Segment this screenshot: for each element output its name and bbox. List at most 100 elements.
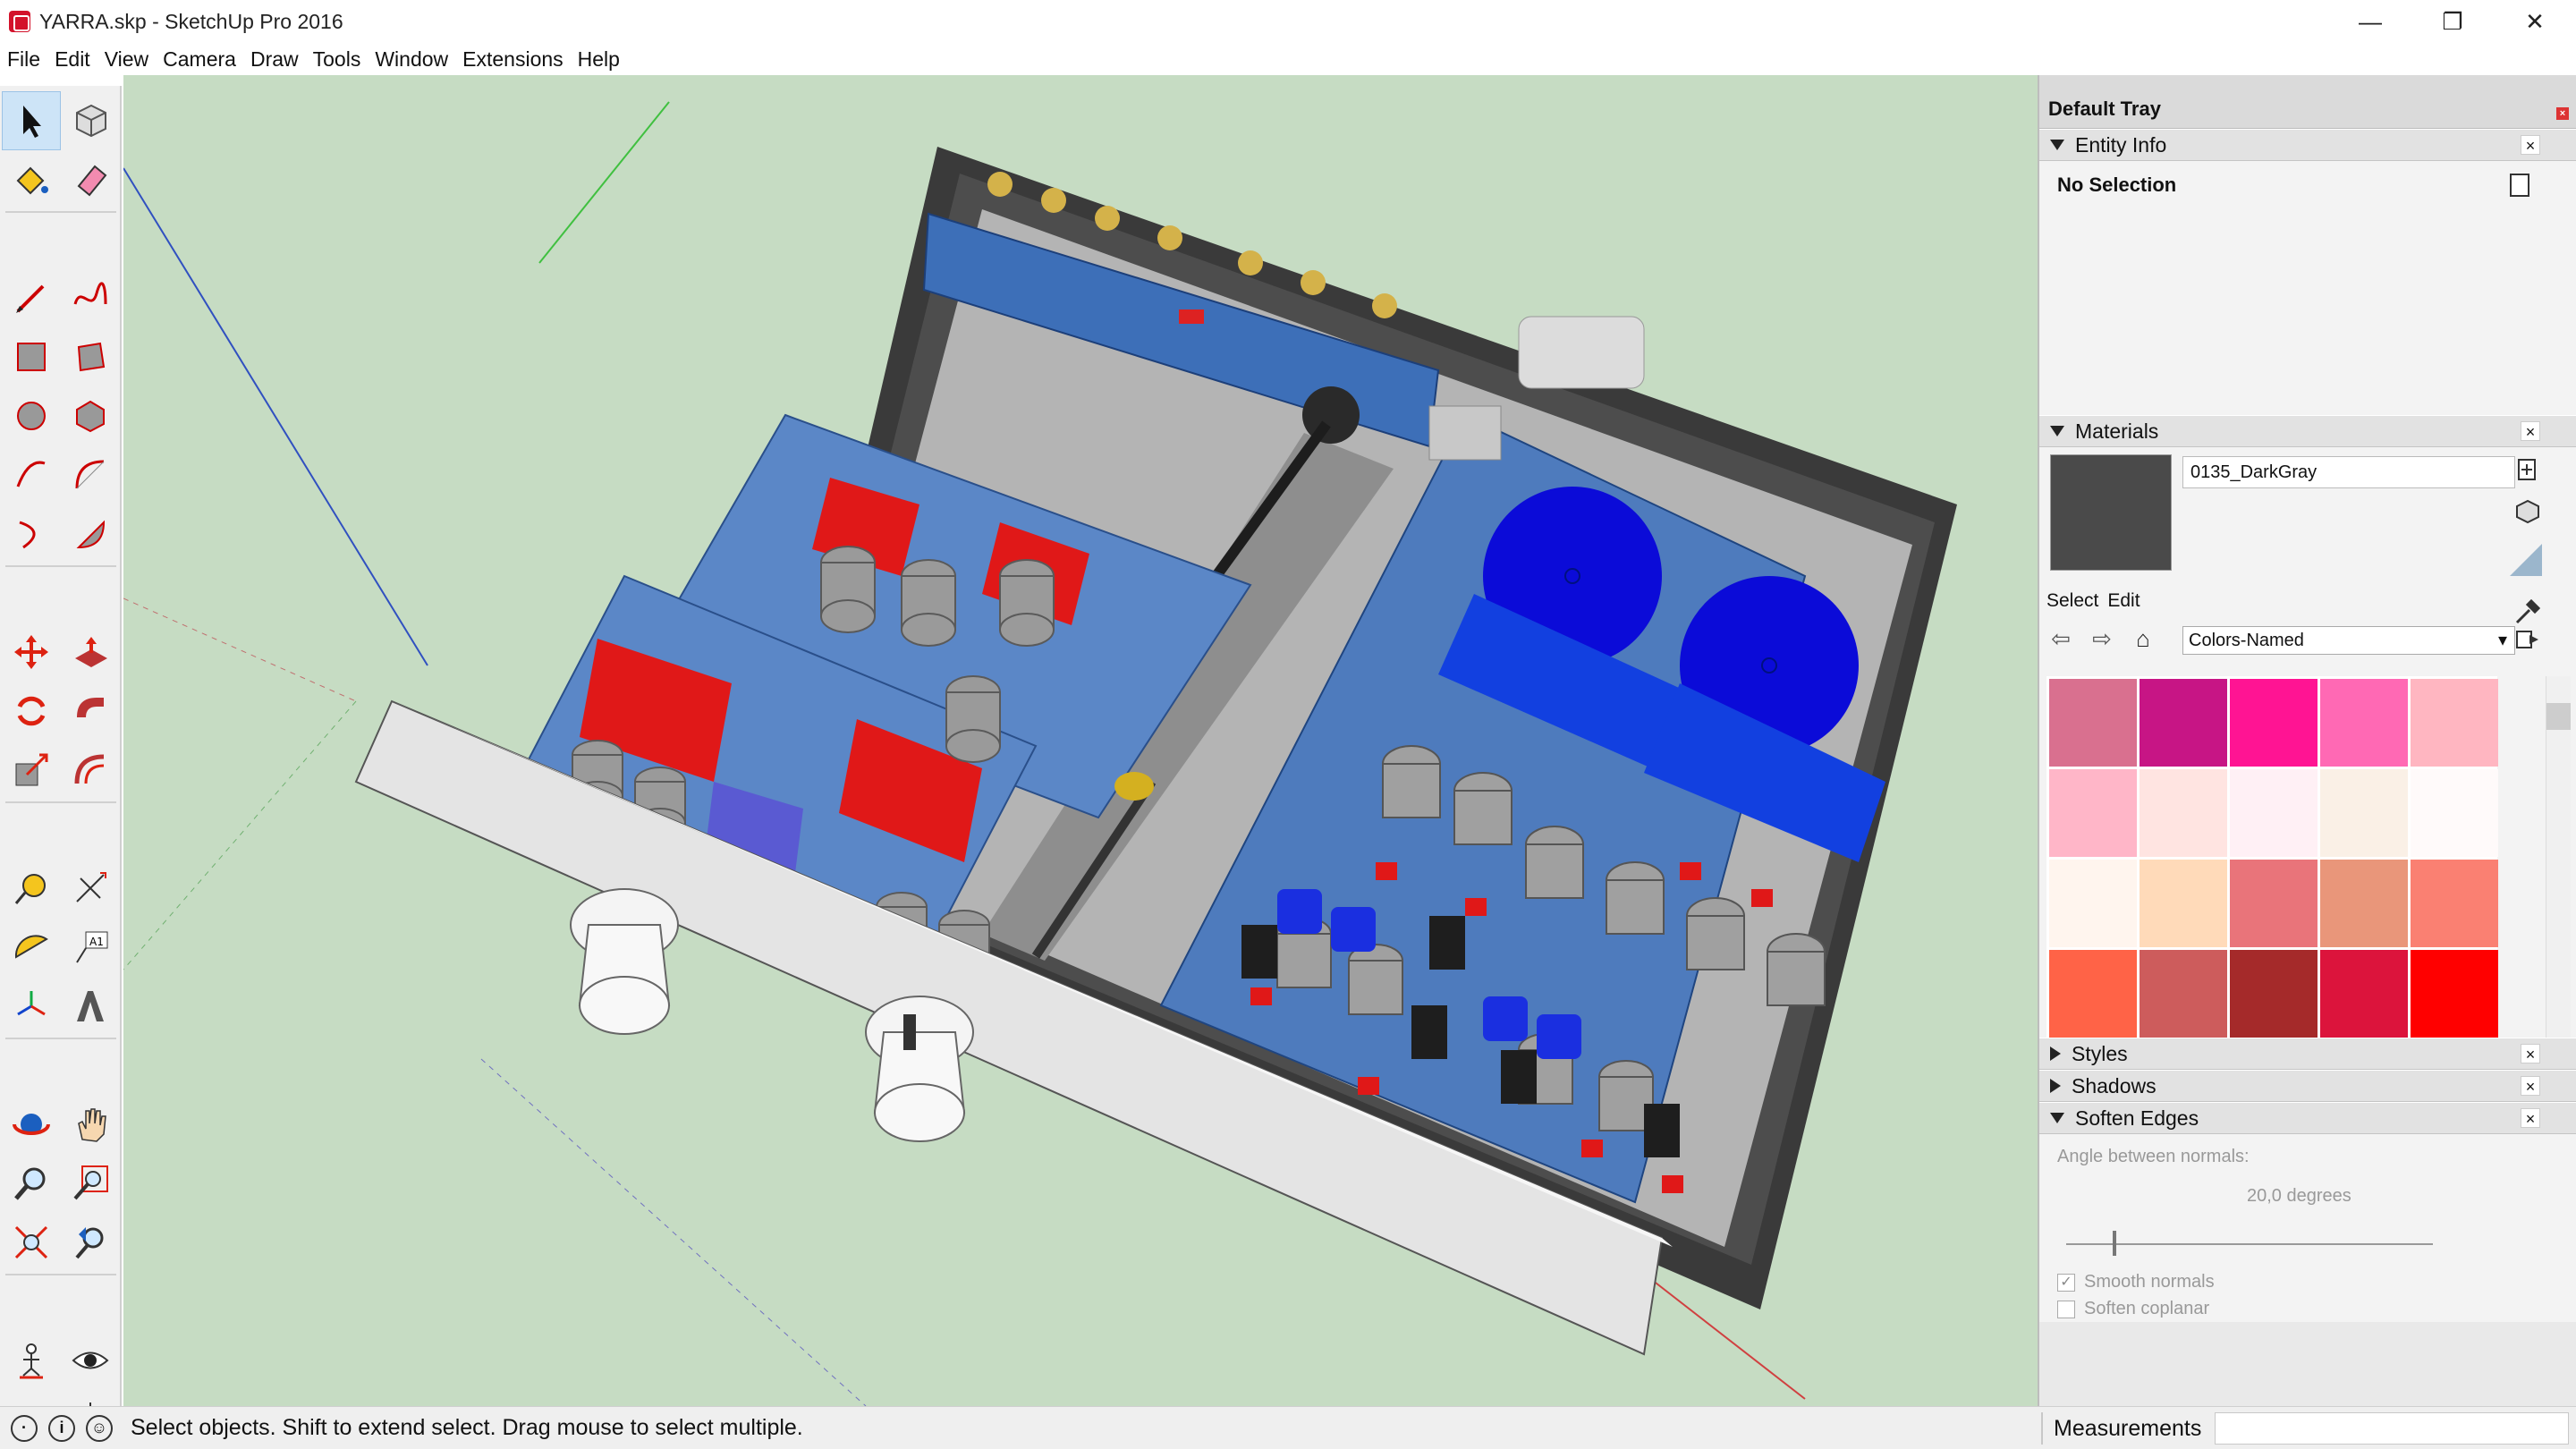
look-around-icon[interactable] [61, 1331, 120, 1390]
sample-paint-triangle-icon[interactable] [2506, 540, 2546, 580]
menu-view[interactable]: View [97, 47, 156, 72]
smooth-normals-option[interactable]: ✓ Smooth normals [2057, 1272, 2215, 1292]
previous-view-icon[interactable] [61, 1213, 120, 1272]
material-swatch[interactable] [2320, 769, 2408, 857]
material-swatch[interactable] [2049, 679, 2137, 767]
material-swatch[interactable] [2230, 679, 2318, 767]
panel-header-soften-edges[interactable]: Soften Edges × [2039, 1102, 2576, 1134]
scrollbar-thumb[interactable] [2546, 703, 2571, 730]
back-arrow-icon[interactable]: ⇦ [2046, 624, 2075, 653]
two-point-arc-icon[interactable] [61, 445, 120, 504]
material-swatch[interactable] [2049, 950, 2137, 1038]
eyedropper-icon[interactable] [2513, 599, 2540, 626]
three-point-arc-icon[interactable] [2, 504, 61, 564]
circle-tool-icon[interactable] [2, 386, 61, 445]
menu-draw[interactable]: Draw [243, 47, 306, 72]
arc-tool-icon[interactable] [2, 445, 61, 504]
expand-details-icon[interactable] [2510, 174, 2529, 197]
material-swatch[interactable] [2230, 950, 2318, 1038]
material-swatch[interactable] [2411, 860, 2498, 947]
zoom-extents-icon[interactable] [2, 1213, 61, 1272]
material-swatch[interactable] [2140, 860, 2227, 947]
menu-extensions[interactable]: Extensions [455, 47, 571, 72]
material-swatch[interactable] [2411, 679, 2498, 767]
push-pull-icon[interactable] [61, 623, 120, 682]
select-tool-icon[interactable] [2, 91, 61, 150]
panel-header-styles[interactable]: Styles × [2039, 1038, 2576, 1070]
panel-close-icon[interactable]: × [2521, 421, 2540, 441]
dimension-tool-icon[interactable] [61, 859, 120, 918]
panel-close-icon[interactable]: × [2521, 135, 2540, 155]
tab-select[interactable]: Select [2046, 590, 2098, 612]
material-swatch[interactable] [2411, 769, 2498, 857]
panel-header-shadows[interactable]: Shadows × [2039, 1070, 2576, 1102]
panel-header-entity-info[interactable]: Entity Info × [2039, 129, 2576, 161]
default-material-icon[interactable] [2513, 497, 2540, 524]
restore-button[interactable]: ❐ [2411, 0, 2494, 43]
minimize-button[interactable]: — [2329, 0, 2411, 43]
menu-window[interactable]: Window [368, 47, 455, 72]
panel-close-icon[interactable]: × [2521, 1044, 2540, 1063]
paint-bucket-icon[interactable] [2, 150, 61, 209]
material-swatch[interactable] [2230, 860, 2318, 947]
move-tool-icon[interactable] [2, 623, 61, 682]
close-button[interactable]: ✕ [2494, 0, 2576, 43]
pie-tool-icon[interactable] [61, 504, 120, 564]
zoom-window-icon[interactable] [61, 1154, 120, 1213]
collection-dropdown[interactable]: Colors-Named [2182, 626, 2515, 655]
make-component-icon[interactable] [61, 91, 120, 150]
material-swatch[interactable] [2320, 860, 2408, 947]
follow-me-icon[interactable] [61, 682, 120, 741]
tape-measure-icon[interactable] [2, 859, 61, 918]
tab-edit[interactable]: Edit [2107, 590, 2140, 612]
rotated-rectangle-icon[interactable] [61, 327, 120, 386]
material-swatch[interactable] [2230, 769, 2318, 857]
swatch-scrollbar[interactable] [2546, 676, 2571, 1041]
model-viewport[interactable] [123, 75, 2038, 1406]
material-swatch[interactable] [2320, 950, 2408, 1038]
material-swatch[interactable] [2140, 950, 2227, 1038]
angle-slider-track[interactable] [2066, 1243, 2433, 1245]
smooth-normals-checkbox[interactable]: ✓ [2057, 1273, 2075, 1292]
menu-file[interactable]: File [0, 47, 47, 72]
material-swatch[interactable] [2411, 950, 2498, 1038]
scale-tool-icon[interactable] [2, 741, 61, 800]
eraser-icon[interactable] [61, 150, 120, 209]
material-swatch[interactable] [2049, 860, 2137, 947]
measurements-input[interactable] [2215, 1412, 2569, 1445]
axes-tool-icon[interactable] [2, 977, 61, 1036]
material-name-field[interactable]: 0135_DarkGray [2182, 456, 2515, 488]
menu-camera[interactable]: Camera [156, 47, 243, 72]
orbit-tool-icon[interactable] [2, 1095, 61, 1154]
menu-help[interactable]: Help [571, 47, 627, 72]
user-account-icon[interactable]: ☺ [86, 1414, 113, 1442]
details-arrow-icon[interactable] [2513, 626, 2540, 653]
offset-tool-icon[interactable] [61, 741, 120, 800]
3d-text-icon[interactable] [61, 977, 120, 1036]
polygon-tool-icon[interactable] [61, 386, 120, 445]
soften-coplanar-option[interactable]: Soften coplanar [2057, 1299, 2209, 1319]
menu-edit[interactable]: Edit [47, 47, 97, 72]
zoom-tool-icon[interactable] [2, 1154, 61, 1213]
protractor-icon[interactable] [2, 918, 61, 977]
rotate-tool-icon[interactable] [2, 682, 61, 741]
current-material-swatch[interactable] [2050, 454, 2172, 571]
rectangle-tool-icon[interactable] [2, 327, 61, 386]
material-swatch[interactable] [2140, 769, 2227, 857]
home-icon[interactable]: ⌂ [2129, 624, 2157, 653]
geo-location-icon[interactable]: · [11, 1414, 38, 1442]
panel-close-icon[interactable]: × [2521, 1076, 2540, 1096]
menu-tools[interactable]: Tools [306, 47, 369, 72]
pan-tool-icon[interactable] [61, 1095, 120, 1154]
create-material-icon[interactable] [2513, 456, 2540, 483]
soften-coplanar-checkbox[interactable] [2057, 1300, 2075, 1318]
credits-icon[interactable]: i [48, 1414, 75, 1442]
material-swatch[interactable] [2140, 679, 2227, 767]
material-swatch[interactable] [2049, 769, 2137, 857]
tray-close-icon[interactable]: × [2556, 107, 2569, 120]
panel-close-icon[interactable]: × [2521, 1108, 2540, 1128]
position-camera-icon[interactable] [2, 1331, 61, 1390]
line-tool-icon[interactable] [2, 268, 61, 327]
freehand-icon[interactable] [61, 268, 120, 327]
text-tool-icon[interactable]: A1 [61, 918, 120, 977]
